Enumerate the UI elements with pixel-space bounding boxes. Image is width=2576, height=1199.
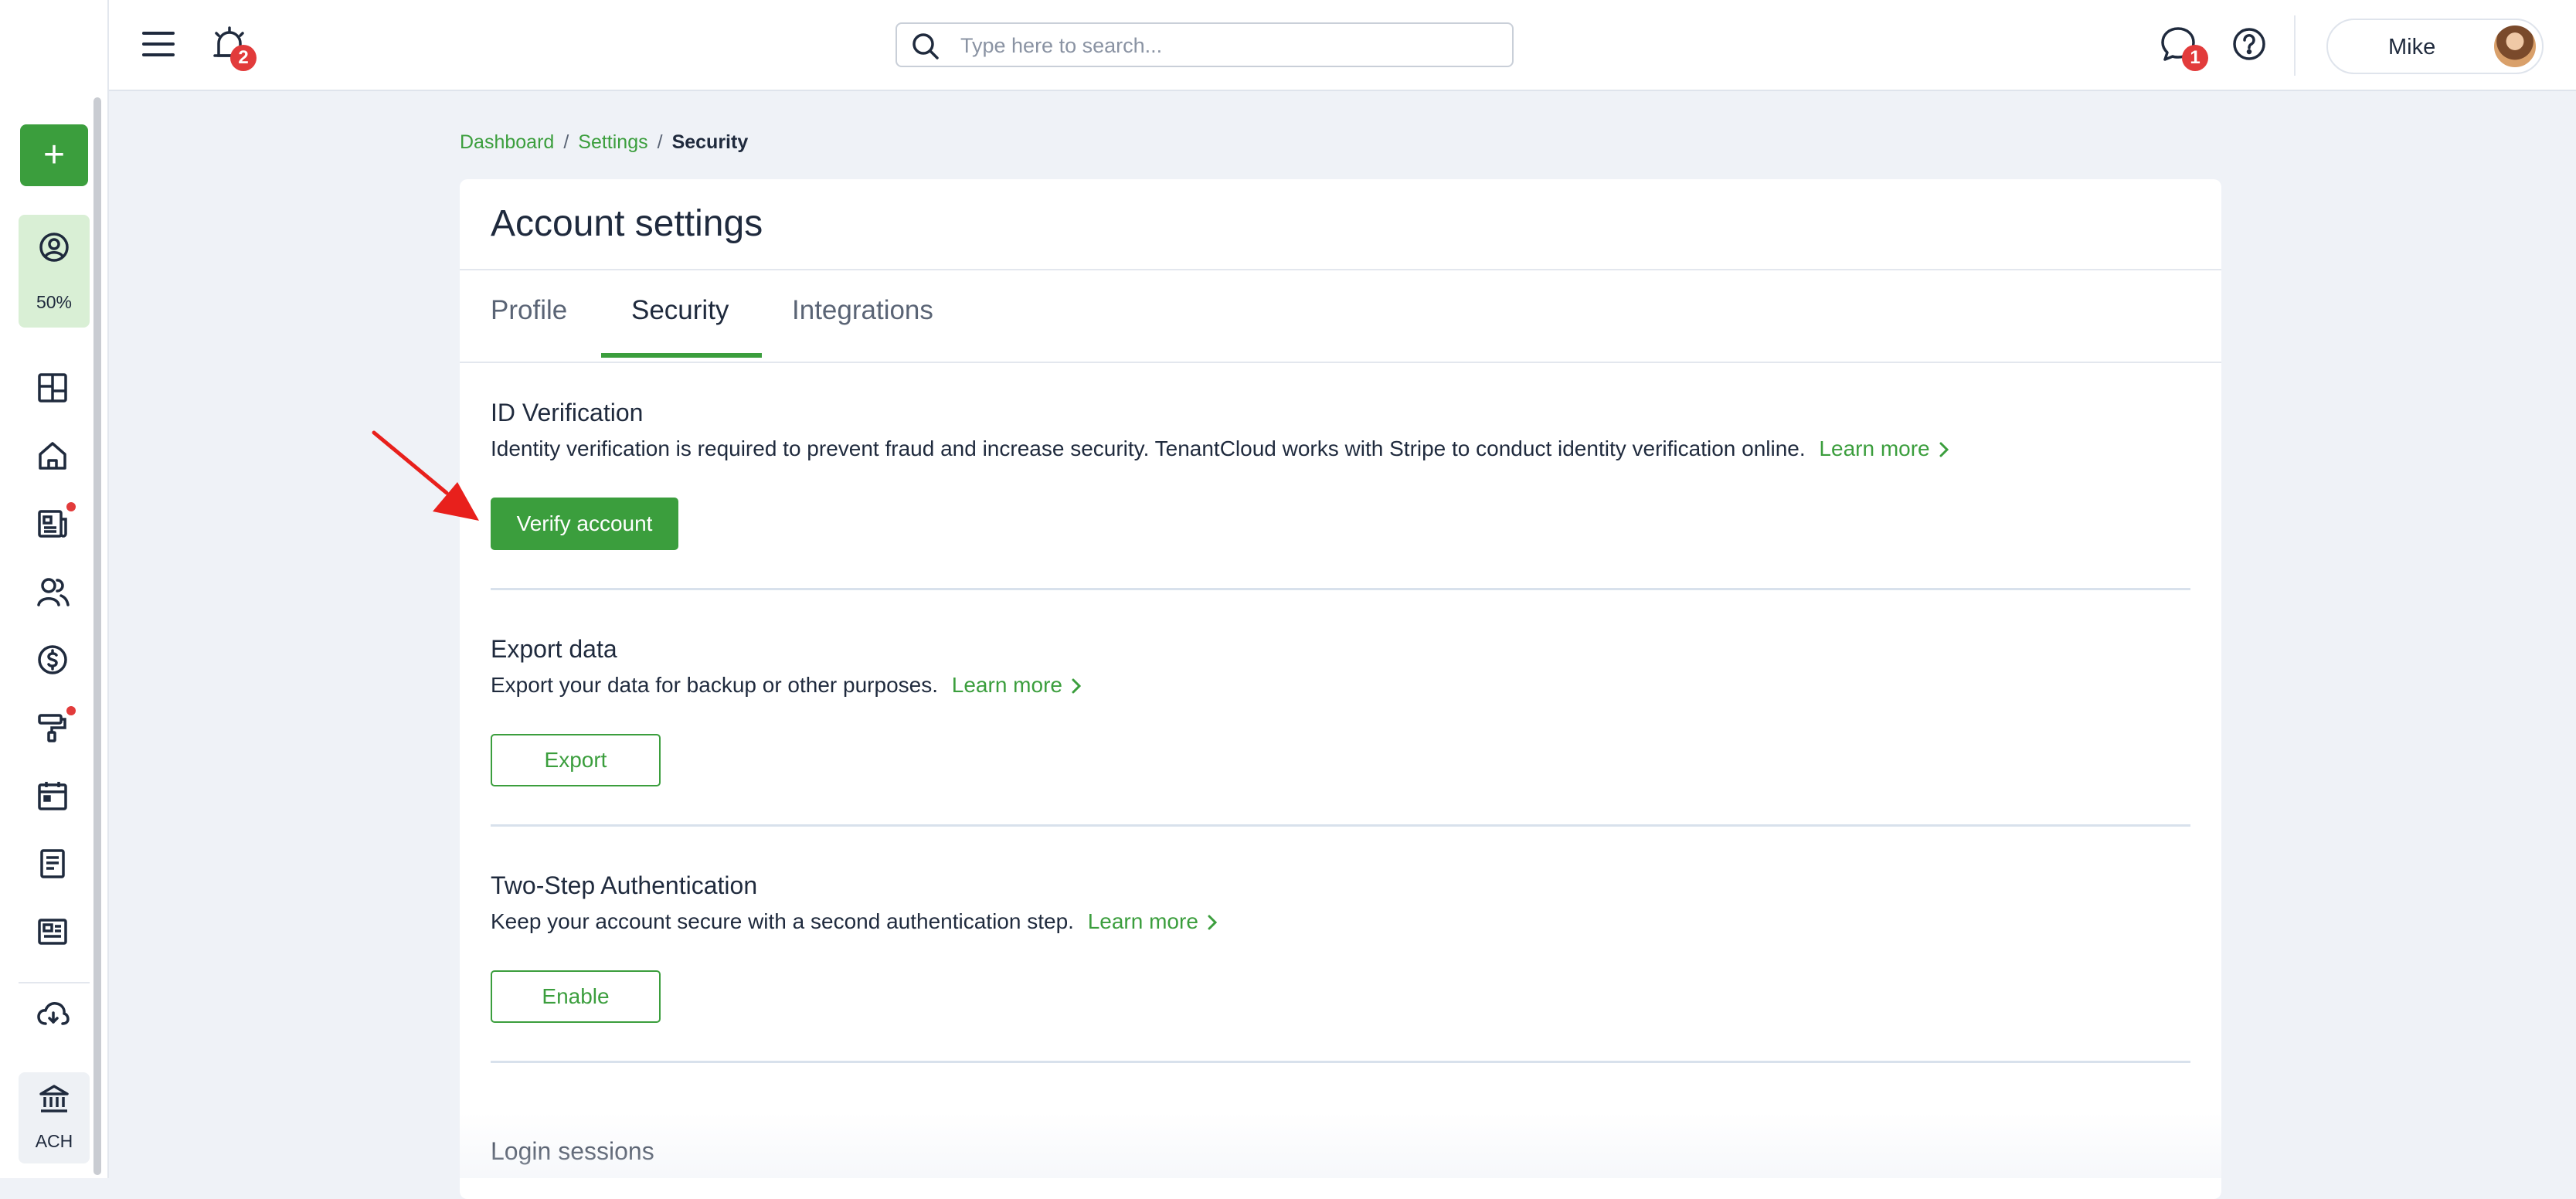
logo-area (0, 0, 109, 91)
search-icon (911, 32, 940, 65)
verify-account-button[interactable]: Verify account (491, 498, 678, 550)
paint-roller-icon[interactable] (37, 712, 70, 745)
breadcrumb: Dashboard / Settings / Security (460, 131, 748, 154)
search-input[interactable] (959, 29, 1503, 63)
account-settings-card: Account settings Profile Security Integr… (460, 179, 2221, 1199)
sidebar: + 50% ACH (0, 91, 109, 1178)
ach-label: ACH (35, 1131, 73, 1151)
two-step-learn-more-link[interactable]: Learn more (1087, 909, 1218, 936)
breadcrumb-separator: / (657, 131, 663, 153)
export-button[interactable]: Export (491, 734, 661, 786)
add-button[interactable]: + (20, 124, 88, 186)
breadcrumb-current: Security (671, 131, 749, 153)
enable-two-step-button[interactable]: Enable (491, 970, 661, 1023)
two-step-text: Keep your account secure with a second a… (491, 909, 1074, 933)
export-data-title: Export data (491, 635, 617, 663)
dashboard-grid-icon[interactable] (37, 372, 70, 405)
users-icon[interactable] (37, 576, 70, 609)
sidebar-separator (19, 982, 90, 983)
document-icon[interactable] (37, 848, 70, 881)
tabs-divider (460, 362, 2221, 363)
newspaper-icon[interactable] (37, 508, 70, 541)
section-divider (491, 1061, 2190, 1063)
notifications-badge: 2 (230, 45, 257, 71)
learn-more-label: Learn more (1087, 909, 1198, 933)
roller-notification-dot (66, 706, 76, 715)
messages-badge: 1 (2182, 45, 2208, 71)
listing-card-icon[interactable] (37, 916, 70, 949)
sidebar-scrollbar[interactable] (93, 97, 101, 1175)
section-divider (491, 824, 2190, 827)
title-divider (460, 269, 2221, 270)
calendar-icon[interactable] (37, 780, 70, 813)
question-circle-icon[interactable] (2231, 26, 2267, 62)
learn-more-label: Learn more (1819, 436, 1930, 460)
id-verification-description: Identity verification is required to pre… (491, 436, 1949, 463)
chevron-right-icon (1208, 911, 1218, 936)
breadcrumb-dashboard[interactable]: Dashboard (460, 131, 554, 153)
dollar-circle-icon[interactable] (37, 644, 70, 677)
page-title: Account settings (491, 203, 763, 244)
tab-integrations[interactable]: Integrations (792, 295, 933, 326)
search-bar[interactable] (895, 22, 1514, 67)
export-data-text: Export your data for backup or other pur… (491, 673, 938, 697)
user-circle-icon (39, 232, 70, 267)
ach-tile[interactable]: ACH (19, 1072, 90, 1163)
user-menu[interactable]: Mike (2326, 19, 2544, 74)
breadcrumb-separator: / (563, 131, 569, 153)
top-bar: 2 1 Mike (0, 0, 2576, 91)
tab-security[interactable]: Security (631, 295, 729, 326)
breadcrumb-settings[interactable]: Settings (578, 131, 647, 153)
two-step-title: Two-Step Authentication (491, 871, 758, 899)
cloud-download-icon[interactable] (37, 999, 70, 1031)
alarm-clock-icon[interactable]: 2 (210, 25, 257, 71)
export-data-description: Export your data for backup or other pur… (491, 673, 1082, 699)
active-tab-indicator (601, 353, 762, 358)
id-verification-text: Identity verification is required to pre… (491, 436, 1806, 460)
user-name: Mike (2388, 35, 2436, 59)
login-sessions-title: Login sessions (491, 1137, 654, 1165)
id-verification-learn-more-link[interactable]: Learn more (1819, 436, 1949, 463)
export-data-learn-more-link[interactable]: Learn more (951, 673, 1082, 699)
chevron-right-icon (1939, 438, 1949, 463)
newspaper-notification-dot (66, 502, 76, 511)
id-verification-title: ID Verification (491, 399, 644, 426)
chevron-right-icon (1072, 674, 1082, 699)
annotation-arrow (372, 430, 479, 521)
learn-more-label: Learn more (951, 673, 1062, 697)
chat-bubble-icon[interactable]: 1 (2159, 25, 2208, 71)
bank-icon (39, 1083, 70, 1118)
section-divider (491, 588, 2190, 590)
tab-profile[interactable]: Profile (491, 295, 567, 326)
two-step-description: Keep your account secure with a second a… (491, 909, 1218, 936)
profile-progress-tile[interactable]: 50% (19, 215, 90, 328)
avatar (2493, 24, 2537, 69)
home-icon[interactable] (37, 440, 70, 473)
profile-progress-percent: 50% (36, 292, 73, 312)
topbar-divider (2294, 15, 2296, 76)
hamburger-menu-icon[interactable] (141, 26, 176, 62)
